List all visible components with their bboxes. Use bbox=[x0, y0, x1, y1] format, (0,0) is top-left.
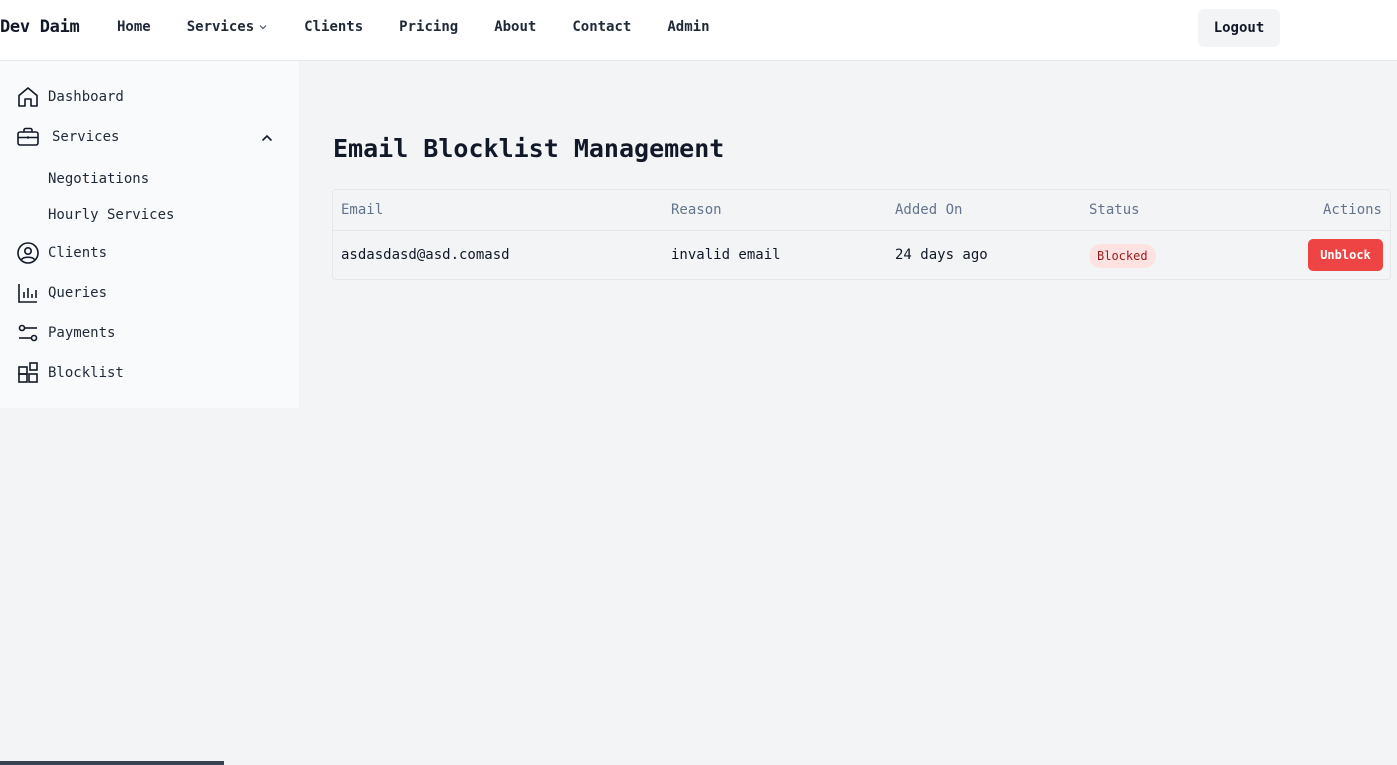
cell-email: asdasdasd@asd.comasd bbox=[341, 247, 510, 263]
blocklist-table: Email Reason Added On Status Actions asd… bbox=[332, 189, 1391, 280]
user-circle-icon bbox=[17, 242, 39, 264]
status-badge: Blocked bbox=[1089, 244, 1156, 268]
main-nav: Home Services Clients Pricing About Cont… bbox=[117, 19, 746, 35]
sidebar-item-payments[interactable]: Payments bbox=[16, 321, 115, 345]
sidebar-item-dashboard[interactable]: Dashboard bbox=[16, 85, 124, 109]
nav-services[interactable]: Services bbox=[187, 19, 268, 35]
page-title: Email Blocklist Management bbox=[333, 134, 725, 163]
nav-services-label: Services bbox=[186, 19, 255, 35]
adjustments-icon bbox=[18, 324, 38, 342]
home-icon bbox=[18, 87, 38, 107]
page-load-progress bbox=[0, 761, 1397, 765]
table-header: Email Reason Added On Status Actions bbox=[333, 190, 1390, 231]
column-header-actions: Actions bbox=[1322, 202, 1382, 218]
column-header-reason: Reason bbox=[671, 202, 722, 218]
sidebar-subitem-negotiations[interactable]: Negotiations bbox=[48, 171, 149, 187]
column-header-added-on: Added On bbox=[895, 202, 963, 218]
briefcase-icon bbox=[17, 127, 39, 146]
sidebar-subitem-hourly-services[interactable]: Hourly Services bbox=[48, 207, 174, 223]
cell-added-on: 24 days ago bbox=[895, 247, 988, 263]
chevron-up-icon[interactable] bbox=[260, 131, 274, 145]
nav-admin[interactable]: Admin bbox=[667, 19, 709, 35]
logout-button[interactable]: Logout bbox=[1198, 9, 1280, 47]
bar-chart-icon bbox=[18, 284, 37, 303]
column-header-status: Status bbox=[1089, 202, 1140, 218]
nav-clients[interactable]: Clients bbox=[304, 19, 363, 35]
cell-reason: invalid email bbox=[671, 247, 781, 263]
nav-pricing[interactable]: Pricing bbox=[399, 19, 458, 35]
sidebar-item-label: Queries bbox=[48, 285, 108, 301]
sidebar-item-label: Services bbox=[52, 129, 120, 145]
unblock-button[interactable]: Unblock bbox=[1308, 239, 1383, 271]
sidebar-item-clients[interactable]: Clients bbox=[16, 241, 107, 265]
nav-about[interactable]: About bbox=[494, 19, 536, 35]
squares-plus-icon bbox=[18, 362, 38, 383]
column-header-email: Email bbox=[341, 202, 384, 218]
nav-home[interactable]: Home bbox=[117, 19, 151, 35]
sidebar-item-queries[interactable]: Queries bbox=[16, 281, 107, 305]
sidebar-item-services[interactable]: Services bbox=[16, 125, 119, 149]
sidebar-item-label: Payments bbox=[48, 325, 116, 341]
chevron-down-icon bbox=[259, 25, 267, 30]
sidebar-item-label: Clients bbox=[48, 245, 108, 261]
sidebar-item-label: Dashboard bbox=[48, 89, 124, 105]
sidebar-item-blocklist[interactable]: Blocklist bbox=[16, 361, 124, 385]
progress-fill bbox=[0, 761, 224, 765]
brand-logo[interactable]: Dev Daim bbox=[0, 17, 80, 37]
sidebar: Dashboard Services Negotiations Hourly S… bbox=[0, 61, 299, 408]
nav-contact[interactable]: Contact bbox=[572, 19, 631, 35]
sidebar-item-label: Blocklist bbox=[48, 365, 124, 381]
top-navbar: Dev Daim Home Services Clients Pricing A… bbox=[0, 0, 1397, 61]
